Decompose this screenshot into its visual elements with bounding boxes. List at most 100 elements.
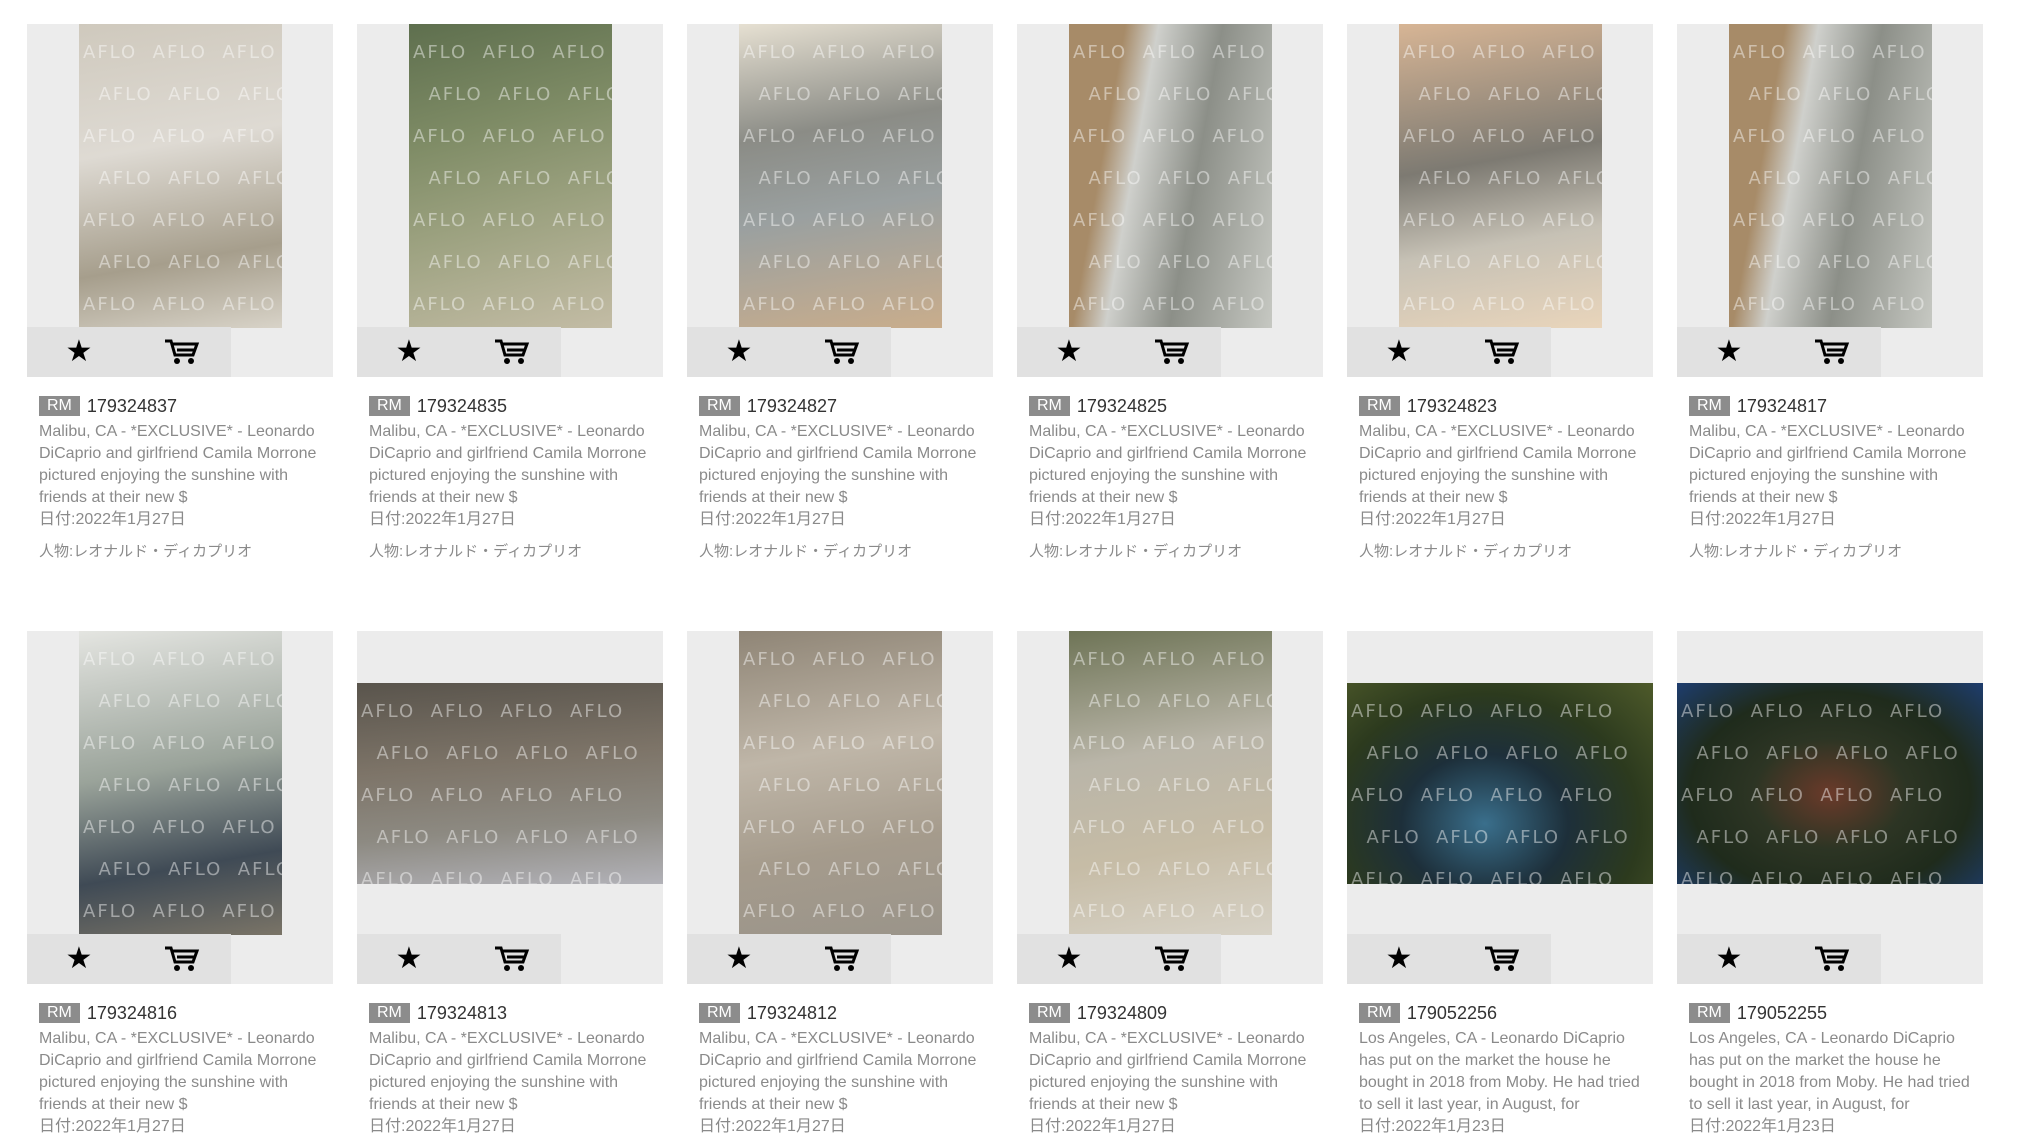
result-card: AFLO AFLO AFLO AFLO AFLO AFLO AFLO AFLO … xyxy=(1347,631,1653,1138)
image-date: 日付:2022年1月27日 xyxy=(699,509,989,531)
favorite-star-icon[interactable]: ★ xyxy=(1044,327,1094,377)
photo-thumbnail[interactable]: AFLO AFLO AFLO AFLO AFLO AFLO AFLO AFLO … xyxy=(1677,683,1983,884)
date-prefix: 日付: xyxy=(1689,511,1726,528)
result-card: AFLO AFLO AFLO AFLO AFLO AFLO AFLO AFLO … xyxy=(1677,24,1983,562)
add-to-cart-icon[interactable] xyxy=(157,934,207,984)
rights-badge: RM xyxy=(1689,1003,1730,1023)
photo-thumbnail[interactable]: AFLO AFLO AFLO AFLO AFLO AFLO AFLO AFLO … xyxy=(1069,631,1272,935)
add-to-cart-icon[interactable] xyxy=(1477,327,1527,377)
person-value[interactable]: レオナルド・ディカプリオ xyxy=(1393,543,1572,560)
image-id[interactable]: 179324809 xyxy=(1077,1003,1167,1024)
image-id[interactable]: 179052256 xyxy=(1407,1003,1497,1024)
image-id[interactable]: 179052255 xyxy=(1737,1003,1827,1024)
add-to-cart-icon[interactable] xyxy=(157,327,207,377)
photo-thumbnail[interactable]: AFLO AFLO AFLO AFLO AFLO AFLO AFLO AFLO … xyxy=(79,631,282,935)
favorite-star-icon[interactable]: ★ xyxy=(714,327,764,377)
photo-thumbnail[interactable]: AFLO AFLO AFLO AFLO AFLO AFLO AFLO AFLO … xyxy=(739,24,942,328)
add-to-cart-icon[interactable] xyxy=(487,934,537,984)
thumbnail-frame: AFLO AFLO AFLO AFLO AFLO AFLO AFLO AFLO … xyxy=(27,24,333,377)
person-tag: 人物:レオナルド・ディカプリオ xyxy=(1029,542,1319,562)
image-id[interactable]: 179324825 xyxy=(1077,396,1167,417)
image-date: 日付:2022年1月27日 xyxy=(369,1116,659,1138)
image-id[interactable]: 179324812 xyxy=(747,1003,837,1024)
person-tag: 人物:レオナルド・ディカプリオ xyxy=(1359,542,1649,562)
image-description: Los Angeles, CA - Leonardo DiCaprio has … xyxy=(1359,1030,1640,1113)
favorite-star-icon[interactable]: ★ xyxy=(54,934,104,984)
date-value: 2022年1月27日 xyxy=(735,511,846,528)
thumbnail-frame: AFLO AFLO AFLO AFLO AFLO AFLO AFLO AFLO … xyxy=(357,631,663,984)
photo-thumbnail[interactable]: AFLO AFLO AFLO AFLO AFLO AFLO AFLO AFLO … xyxy=(357,683,663,884)
add-to-cart-icon[interactable] xyxy=(1807,327,1857,377)
photo-thumbnail[interactable]: AFLO AFLO AFLO AFLO AFLO AFLO AFLO AFLO … xyxy=(409,24,612,328)
favorite-star-icon[interactable]: ★ xyxy=(1374,327,1424,377)
image-date: 日付:2022年1月27日 xyxy=(1689,509,1979,531)
photo-thumbnail[interactable]: AFLO AFLO AFLO AFLO AFLO AFLO AFLO AFLO … xyxy=(1399,24,1602,328)
add-to-cart-icon[interactable] xyxy=(817,934,867,984)
image-id[interactable]: 179324835 xyxy=(417,396,507,417)
card-toolbar: ★ xyxy=(27,327,231,377)
image-id[interactable]: 179324816 xyxy=(87,1003,177,1024)
image-description: Malibu, CA - *EXCLUSIVE* - Leonardo DiCa… xyxy=(1029,423,1307,506)
add-to-cart-icon[interactable] xyxy=(1147,327,1197,377)
image-description: Malibu, CA - *EXCLUSIVE* - Leonardo DiCa… xyxy=(369,1030,647,1113)
thumbnail-frame: AFLO AFLO AFLO AFLO AFLO AFLO AFLO AFLO … xyxy=(1347,24,1653,377)
photo-thumbnail[interactable]: AFLO AFLO AFLO AFLO AFLO AFLO AFLO AFLO … xyxy=(79,24,282,328)
add-to-cart-icon[interactable] xyxy=(1807,934,1857,984)
image-id[interactable]: 179324837 xyxy=(87,396,177,417)
result-card: AFLO AFLO AFLO AFLO AFLO AFLO AFLO AFLO … xyxy=(1677,631,1983,1138)
photo-thumbnail[interactable]: AFLO AFLO AFLO AFLO AFLO AFLO AFLO AFLO … xyxy=(739,631,942,935)
date-prefix: 日付: xyxy=(1689,1118,1726,1135)
photo-thumbnail[interactable]: AFLO AFLO AFLO AFLO AFLO AFLO AFLO AFLO … xyxy=(1347,683,1653,884)
image-date: 日付:2022年1月27日 xyxy=(1029,509,1319,531)
favorite-star-icon[interactable]: ★ xyxy=(384,327,434,377)
favorite-star-icon[interactable]: ★ xyxy=(384,934,434,984)
image-id[interactable]: 179324817 xyxy=(1737,396,1827,417)
watermark: AFLO AFLO AFLO AFLO AFLO AFLO AFLO AFLO … xyxy=(1403,42,1602,315)
date-value: 2022年1月27日 xyxy=(75,511,186,528)
add-to-cart-icon[interactable] xyxy=(1147,934,1197,984)
thumbnail-frame: AFLO AFLO AFLO AFLO AFLO AFLO AFLO AFLO … xyxy=(1347,631,1653,984)
person-prefix: 人物: xyxy=(39,543,74,560)
thumbnail-frame: AFLO AFLO AFLO AFLO AFLO AFLO AFLO AFLO … xyxy=(687,24,993,377)
add-to-cart-icon[interactable] xyxy=(817,327,867,377)
image-id[interactable]: 179324813 xyxy=(417,1003,507,1024)
person-prefix: 人物: xyxy=(1689,543,1724,560)
thumbnail-frame: AFLO AFLO AFLO AFLO AFLO AFLO AFLO AFLO … xyxy=(357,24,663,377)
watermark: AFLO AFLO AFLO AFLO AFLO AFLO AFLO AFLO … xyxy=(1733,42,1932,315)
image-description: Malibu, CA - *EXCLUSIVE* - Leonardo DiCa… xyxy=(1359,423,1637,506)
watermark: AFLO AFLO AFLO AFLO AFLO AFLO AFLO AFLO … xyxy=(361,701,640,884)
person-tag: 人物:レオナルド・ディカプリオ xyxy=(699,542,989,562)
image-date: 日付:2022年1月27日 xyxy=(1029,1116,1319,1138)
person-value[interactable]: レオナルド・ディカプリオ xyxy=(73,543,252,560)
date-value: 2022年1月27日 xyxy=(1395,511,1506,528)
rights-badge: RM xyxy=(1359,396,1400,416)
watermark: AFLO AFLO AFLO AFLO AFLO AFLO AFLO AFLO … xyxy=(1351,701,1630,884)
favorite-star-icon[interactable]: ★ xyxy=(1044,934,1094,984)
rights-badge: RM xyxy=(369,396,410,416)
add-to-cart-icon[interactable] xyxy=(1477,934,1527,984)
image-id[interactable]: 179324823 xyxy=(1407,396,1497,417)
favorite-star-icon[interactable]: ★ xyxy=(1704,327,1754,377)
result-card: AFLO AFLO AFLO AFLO AFLO AFLO AFLO AFLO … xyxy=(687,24,993,562)
favorite-star-icon[interactable]: ★ xyxy=(1704,934,1754,984)
add-to-cart-icon[interactable] xyxy=(487,327,537,377)
date-prefix: 日付: xyxy=(699,1118,736,1135)
thumbnail-frame: AFLO AFLO AFLO AFLO AFLO AFLO AFLO AFLO … xyxy=(1677,631,1983,984)
image-id[interactable]: 179324827 xyxy=(747,396,837,417)
person-value[interactable]: レオナルド・ディカプリオ xyxy=(1723,543,1902,560)
favorite-star-icon[interactable]: ★ xyxy=(54,327,104,377)
favorite-star-icon[interactable]: ★ xyxy=(1374,934,1424,984)
card-toolbar: ★ xyxy=(1017,327,1221,377)
person-value[interactable]: レオナルド・ディカプリオ xyxy=(403,543,582,560)
image-date: 日付:2022年1月27日 xyxy=(369,509,659,531)
photo-thumbnail[interactable]: AFLO AFLO AFLO AFLO AFLO AFLO AFLO AFLO … xyxy=(1729,24,1932,328)
photo-thumbnail[interactable]: AFLO AFLO AFLO AFLO AFLO AFLO AFLO AFLO … xyxy=(1069,24,1272,328)
person-tag: 人物:レオナルド・ディカプリオ xyxy=(369,542,659,562)
card-toolbar: ★ xyxy=(1017,934,1221,984)
person-value[interactable]: レオナルド・ディカプリオ xyxy=(733,543,912,560)
favorite-star-icon[interactable]: ★ xyxy=(714,934,764,984)
person-value[interactable]: レオナルド・ディカプリオ xyxy=(1063,543,1242,560)
result-card: AFLO AFLO AFLO AFLO AFLO AFLO AFLO AFLO … xyxy=(27,24,333,562)
date-prefix: 日付: xyxy=(1359,1118,1396,1135)
card-toolbar: ★ xyxy=(1347,327,1551,377)
